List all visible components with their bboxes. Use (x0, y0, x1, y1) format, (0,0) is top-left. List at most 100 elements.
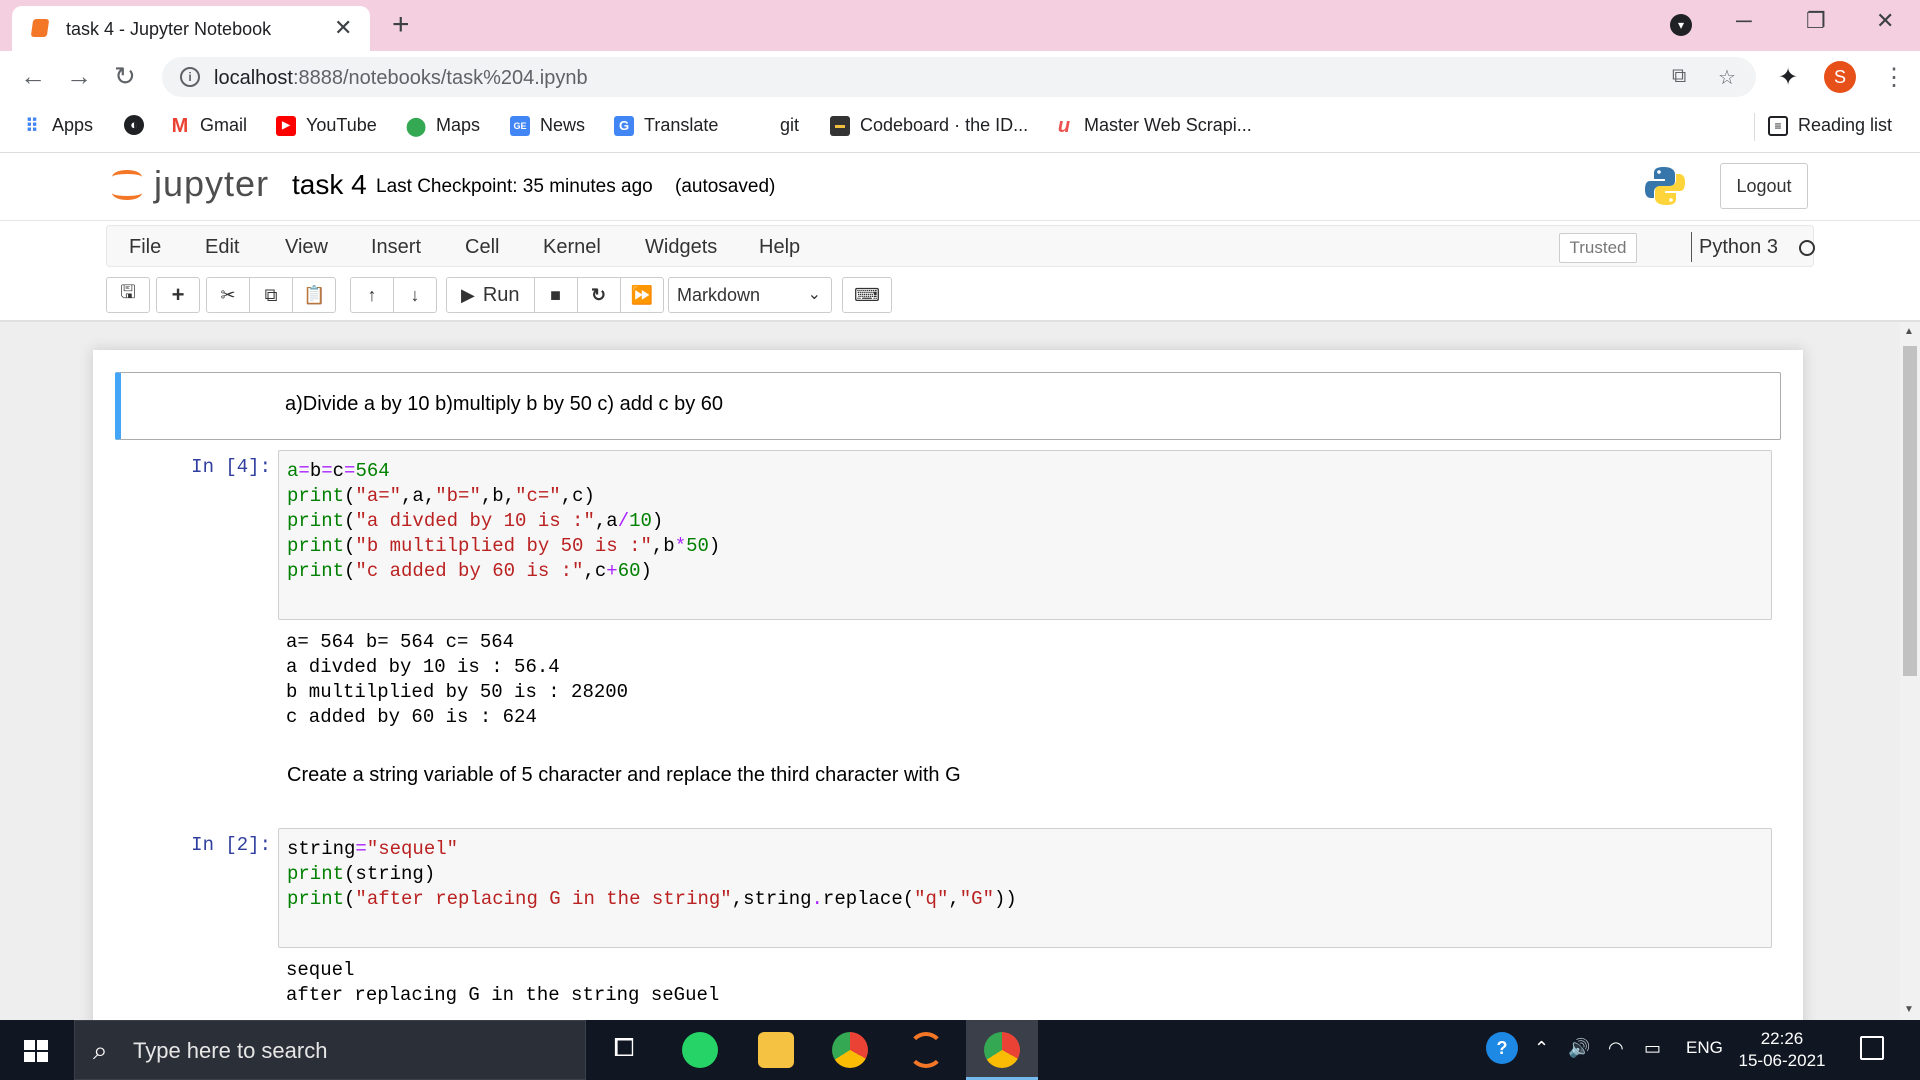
menu-cell[interactable]: Cell (465, 236, 499, 259)
menu-insert[interactable]: Insert (371, 236, 421, 259)
interrupt-button[interactable]: ■ (533, 277, 578, 313)
tab-close-icon[interactable]: ✕ (334, 15, 352, 41)
run-button[interactable]: ▶ Run (446, 277, 535, 313)
address-bar[interactable]: i localhost:8888/notebooks/task%204.ipyn… (162, 57, 1756, 97)
jupyter-logo[interactable]: jupyter (110, 163, 269, 205)
forward-icon[interactable]: → (66, 61, 92, 92)
autosave-status: (autosaved) (675, 176, 776, 197)
move-down-button[interactable]: ↓ (393, 277, 437, 313)
translate-icon: G (614, 115, 634, 136)
kernel-name[interactable]: Python 3 (1699, 236, 1778, 259)
system-clock[interactable]: 22:26 15-06-2021 (1730, 1028, 1834, 1072)
translate-page-icon[interactable]: ⧉ (1672, 65, 1686, 88)
extensions-puzzle-icon[interactable]: ✦ (1778, 63, 1798, 92)
bookmark-codeboard[interactable]: ▬ Codeboard · the ID... (830, 115, 1028, 136)
edit-group: ✂ ⧉ 📋 (206, 277, 337, 313)
trusted-indicator[interactable]: Trusted (1559, 233, 1637, 263)
notebook-name[interactable]: task 4 (292, 169, 367, 201)
chrome-icon[interactable] (832, 1032, 868, 1068)
code-text[interactable]: string="sequel" print(string) print("aft… (287, 837, 1017, 912)
reading-list-button[interactable]: ≡ Reading list (1768, 115, 1892, 136)
jupyter-app-icon[interactable] (908, 1032, 944, 1068)
restore-icon[interactable]: ❐ (1806, 8, 1826, 34)
taskbar-search[interactable]: ⌕ Type here to search (74, 1020, 586, 1080)
page-scrollbar[interactable]: ▲ ▼ (1900, 322, 1920, 1020)
menu-file[interactable]: File (129, 236, 161, 259)
bookmark-git[interactable]: git (780, 115, 799, 136)
palette-group: ⌨ (842, 277, 892, 313)
url-text[interactable]: localhost:8888/notebooks/task%204.ipynb (214, 67, 588, 90)
windows-start-icon[interactable] (24, 1040, 48, 1062)
new-tab-button[interactable]: + (392, 8, 410, 42)
menu-view[interactable]: View (285, 236, 328, 259)
bookmark-apps[interactable]: ⠿ Apps (22, 115, 93, 136)
save-group: 🖫 (106, 277, 150, 313)
language-indicator[interactable]: ENG (1686, 1038, 1723, 1058)
save-button[interactable]: 🖫 (106, 277, 150, 313)
scissors-icon: ✂ (220, 284, 236, 305)
code-cell-input[interactable]: a=b=c=564 print("a=",a,"b=",b,"c=",c) pr… (278, 450, 1772, 620)
code-text[interactable]: a=b=c=564 print("a=",a,"b=",b,"c=",c) pr… (287, 459, 720, 584)
close-window-icon[interactable]: ✕ (1876, 8, 1894, 34)
bookmark-label: Gmail (200, 115, 248, 135)
restart-button[interactable]: ↻ (576, 277, 621, 313)
apps-grid-icon: ⠿ (25, 115, 39, 136)
volume-icon[interactable]: 🔊 (1568, 1038, 1590, 1059)
scroll-thumb[interactable] (1903, 346, 1917, 676)
task-view-icon[interactable]: ⧠ (606, 1032, 642, 1068)
menu-edit[interactable]: Edit (205, 236, 239, 259)
save-icon: 🖫 (120, 282, 136, 302)
cell-type-select[interactable]: Markdown ⌄ (668, 277, 832, 313)
clock-date: 15-06-2021 (1738, 1051, 1826, 1070)
menubar: File Edit View Insert Cell Kernel Widget… (106, 225, 1815, 267)
bookmark-news[interactable]: GE News (510, 115, 585, 136)
cut-button[interactable]: ✂ (206, 277, 250, 313)
copy-button[interactable]: ⧉ (249, 277, 293, 313)
menu-help[interactable]: Help (759, 236, 800, 259)
bookmark-label: Codeboard · the ID... (860, 115, 1029, 135)
browser-menu-icon[interactable]: ⋮ (1882, 63, 1906, 92)
profile-avatar[interactable]: S (1824, 61, 1856, 93)
paste-button[interactable]: 📋 (292, 277, 337, 313)
scroll-up-icon[interactable]: ▲ (1904, 326, 1914, 337)
notification-center-icon[interactable] (1860, 1036, 1884, 1060)
cell-output: sequel after replacing G in the string se… (286, 958, 719, 1008)
scroll-down-icon[interactable]: ▼ (1904, 1004, 1914, 1015)
notebook-menu-area: File Edit View Insert Cell Kernel Widget… (0, 221, 1920, 321)
back-icon[interactable]: ← (20, 61, 46, 92)
active-chrome-window[interactable] (966, 1020, 1038, 1080)
browser-tab-strip: task 4 - Jupyter Notebook ✕ + ▾ ─ ❐ ✕ (0, 0, 1920, 51)
output-line: b multilplied by 50 is : 28200 (286, 681, 629, 703)
battery-icon[interactable]: ▭ (1644, 1038, 1661, 1059)
bookmark-maps[interactable]: ⬤ Maps (406, 115, 480, 136)
bookmark-udemy[interactable]: u Master Web Scrapi... (1054, 115, 1252, 136)
site-info-icon[interactable]: i (180, 67, 200, 87)
markdown-cell-selected[interactable]: a)Divide a by 10 b)multiply b by 50 c) a… (115, 372, 1781, 440)
help-icon[interactable]: ? (1486, 1032, 1518, 1064)
menu-kernel[interactable]: Kernel (543, 236, 601, 259)
tray-expand-icon[interactable]: ⌃ (1534, 1038, 1549, 1059)
logout-button[interactable]: Logout (1720, 163, 1808, 209)
browser-tab[interactable]: task 4 - Jupyter Notebook ✕ (12, 6, 370, 51)
restart-run-all-button[interactable]: ⏩ (619, 277, 664, 313)
insert-cell-button[interactable]: + (156, 277, 200, 313)
minimize-icon[interactable]: ─ (1736, 8, 1752, 34)
bookmark-youtube[interactable]: ▶ YouTube (276, 115, 377, 136)
move-up-button[interactable]: ↑ (350, 277, 394, 313)
bookmark-gmail[interactable]: M Gmail (170, 115, 247, 136)
reload-icon[interactable]: ↻ (114, 61, 136, 92)
bookmark-translate[interactable]: G Translate (614, 115, 718, 136)
bookmark-star-icon[interactable]: ☆ (1718, 65, 1736, 90)
bookmark-label: Master Web Scrapi... (1084, 115, 1252, 135)
whatsapp-icon[interactable] (682, 1032, 718, 1068)
code-cell-input[interactable]: string="sequel" print(string) print("aft… (278, 828, 1772, 948)
wifi-icon[interactable]: ◠ (1608, 1038, 1624, 1059)
output-line: c added by 60 is : 624 (286, 706, 537, 728)
bookmark-placeholder[interactable]: ◐ (124, 115, 144, 135)
file-explorer-icon[interactable] (758, 1032, 794, 1068)
input-prompt: In [2]: (191, 834, 271, 856)
command-palette-button[interactable]: ⌨ (842, 277, 892, 313)
bookmark-label: Translate (644, 115, 719, 135)
tab-search-icon[interactable]: ▾ (1670, 14, 1692, 36)
menu-widgets[interactable]: Widgets (645, 236, 717, 259)
